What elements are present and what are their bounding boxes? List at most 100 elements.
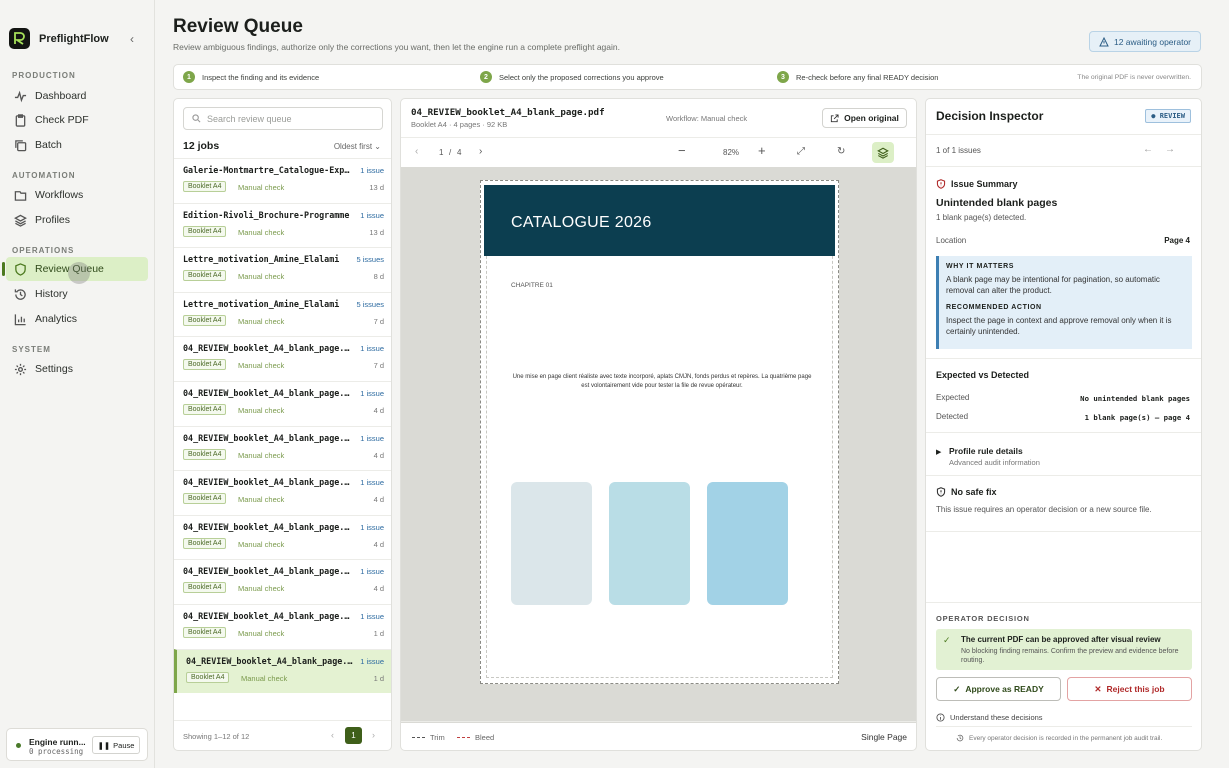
nav-item-settings[interactable]: Settings	[6, 357, 148, 381]
layers-icon	[14, 214, 27, 227]
queue-item-name: Lettre_motivation_Amine_Elalami	[183, 254, 340, 265]
queue-item[interactable]: 04_REVIEW_booklet_A4_blank_page.pdf 1 iss…	[174, 336, 391, 380]
profile-badge: Booklet A4	[183, 582, 227, 594]
zoom-level: 82%	[723, 148, 740, 157]
collapse-sidebar-icon[interactable]: ‹	[130, 32, 134, 46]
prev-page-icon[interactable]: ‹	[415, 146, 418, 157]
open-original-button[interactable]: Open original	[822, 108, 907, 128]
showing-range: Showing 1–12 of 12	[183, 732, 250, 741]
step-number: 2	[480, 71, 492, 83]
queue-item[interactable]: Lettre_motivation_Amine_Elalami 5 issues B…	[174, 247, 391, 291]
queue-item[interactable]: 04_REVIEW_booklet_A4_blank_page.pdf 1 iss…	[174, 470, 391, 514]
approval-notice: ✓ The current PDF can be approved after …	[936, 629, 1192, 670]
layers-toggle[interactable]	[872, 142, 894, 163]
search-input[interactable]: Search review queue	[183, 107, 383, 130]
nav-item-batch[interactable]: Batch	[6, 133, 148, 157]
pause-label: Pause	[113, 740, 135, 750]
inspector-title: Decision Inspector	[936, 109, 1044, 123]
nav-item-analytics[interactable]: Analytics	[6, 307, 148, 331]
queue-item[interactable]: Galerie-Montmartre_Catalogue-Exposition 1…	[174, 158, 391, 202]
issue-nav[interactable]: ←→	[1143, 144, 1187, 155]
close-icon: ✕	[1094, 683, 1102, 694]
sidebar: PreflightFlow ‹ PRODUCTION Dashboard Che…	[0, 0, 155, 768]
sort-dropdown[interactable]: Oldest first ⌄	[334, 142, 381, 151]
audit-note: Every operator decision is recorded in t…	[956, 734, 1162, 742]
nav-item-label: Batch	[35, 139, 62, 151]
job-age: 4 d	[373, 450, 384, 460]
view-mode[interactable]: Single Page	[861, 732, 907, 742]
profile-badge: Booklet A4	[183, 627, 227, 638]
step-label: Select only the proposed corrections you…	[499, 72, 664, 82]
job-age: 1 d	[373, 629, 384, 638]
nav-item-dashboard[interactable]: Dashboard	[6, 84, 148, 108]
divider	[926, 531, 1201, 532]
issue-count: 1 issue	[360, 656, 384, 666]
zoom-out-icon[interactable]: −	[678, 143, 686, 158]
mouse-cursor	[68, 262, 90, 284]
job-age: 7 d	[373, 316, 384, 326]
prev-issue-icon[interactable]: ←	[1143, 144, 1165, 155]
queue-item[interactable]: 04_REVIEW_booklet_A4_blank_page.pdf 1 iss…	[174, 559, 391, 603]
queue-item-name: Galerie-Montmartre_Catalogue-Exposition	[183, 165, 351, 175]
prev-page-icon[interactable]: ‹	[331, 730, 334, 740]
next-page-icon[interactable]: ›	[372, 730, 375, 740]
approve-ready-button[interactable]: ✓ Approve as READY	[936, 677, 1061, 701]
check-type: Manual check	[238, 361, 285, 371]
issue-position: 1 of 1 issues	[936, 146, 981, 155]
sort-label: Oldest first	[333, 142, 373, 151]
awaiting-operator-badge[interactable]: 12 awaiting operator	[1089, 31, 1201, 52]
warning-icon	[1099, 36, 1109, 46]
engine-status: Engine runn... 0 processing ❚❚ Pause	[6, 728, 148, 761]
queue-item[interactable]: Edition-Rivoli_Brochure-Programme 1 issue…	[174, 202, 391, 247]
check-type: Manual check	[238, 272, 285, 282]
issue-count: 1 issue	[360, 344, 384, 354]
next-issue-icon[interactable]: →	[1165, 144, 1187, 155]
issue-count: 1 issue	[360, 433, 384, 443]
pause-button[interactable]: ❚❚ Pause	[92, 736, 140, 754]
nav-item-check-pdf[interactable]: Check PDF	[6, 108, 148, 132]
queue-item[interactable]: 04_REVIEW_booklet_A4_blank_page.pdf 1 iss…	[174, 604, 391, 648]
no-safe-fix-label: No safe fix	[951, 487, 997, 497]
shield-alert-icon	[936, 179, 946, 189]
fullscreen-icon[interactable]: ⤢	[797, 146, 805, 157]
queue-item[interactable]: 04_REVIEW_booklet_A4_blank_page.pdf 1 iss…	[174, 425, 391, 470]
expected-label: Expected	[936, 393, 970, 402]
page-current: 1	[439, 148, 444, 157]
divider	[926, 475, 1201, 476]
queue-item[interactable]: 04_REVIEW_booklet_A4_blank_page.pdf 1 iss…	[174, 514, 391, 559]
logo-icon	[9, 28, 30, 49]
reject-job-button[interactable]: ✕ Reject this job	[1067, 677, 1192, 701]
rotate-icon[interactable]: ↻	[837, 146, 845, 157]
understand-decisions-link[interactable]: Understand these decisions	[936, 713, 1043, 722]
nav-item-profiles[interactable]: Profiles	[6, 208, 148, 232]
queue-item-name: 04_REVIEW_booklet_A4_blank_page.pdf	[183, 388, 351, 398]
nav-item-history[interactable]: History	[6, 282, 148, 306]
page-number-button[interactable]: 1	[345, 727, 362, 744]
divider	[926, 358, 1201, 359]
issue-count: 1 issue	[360, 478, 384, 488]
external-link-icon	[831, 113, 839, 122]
legend-trim-label: Trim	[430, 733, 445, 742]
check-type: Manual check	[238, 227, 285, 237]
queue-item-name: 04_REVIEW_booklet_A4_blank_page.pdf	[183, 477, 351, 488]
expected-value: No unintended blank pages	[1080, 394, 1190, 403]
no-safe-fix-heading: No safe fix	[936, 487, 997, 497]
step-3: 3 Re-check before any final READY decisi…	[777, 71, 938, 83]
queue-item[interactable]: Lettre_motivation_Amine_Elalami 5 issues B…	[174, 291, 391, 336]
queue-item[interactable]: 04_REVIEW_booklet_A4_blank_page.pdf 1 iss…	[174, 381, 391, 425]
queue-item[interactable]: 04_REVIEW_booklet_A4_blank_page.pdf 1 iss…	[174, 648, 391, 693]
chapter-label: CHAPITRE 01	[511, 282, 553, 289]
approval-notice-text: No blocking finding remains. Confirm the…	[961, 648, 1179, 664]
next-page-icon[interactable]: ›	[479, 146, 482, 157]
brand[interactable]: PreflightFlow	[9, 28, 109, 49]
nav-item-workflows[interactable]: Workflows	[6, 183, 148, 207]
profile-badge: Booklet A4	[183, 537, 227, 549]
profile-badge: Booklet A4	[183, 359, 227, 371]
zoom-in-icon[interactable]: +	[758, 143, 766, 158]
issue-description: 1 blank page(s) detected.	[936, 213, 1027, 222]
profile-badge: Booklet A4	[183, 270, 227, 282]
layers-icon	[877, 147, 889, 159]
page-total: 4	[457, 148, 462, 157]
approval-notice-title: The current PDF can be approved after vi…	[961, 635, 1161, 644]
step-label: Re-check before any final READY decision	[796, 72, 939, 82]
